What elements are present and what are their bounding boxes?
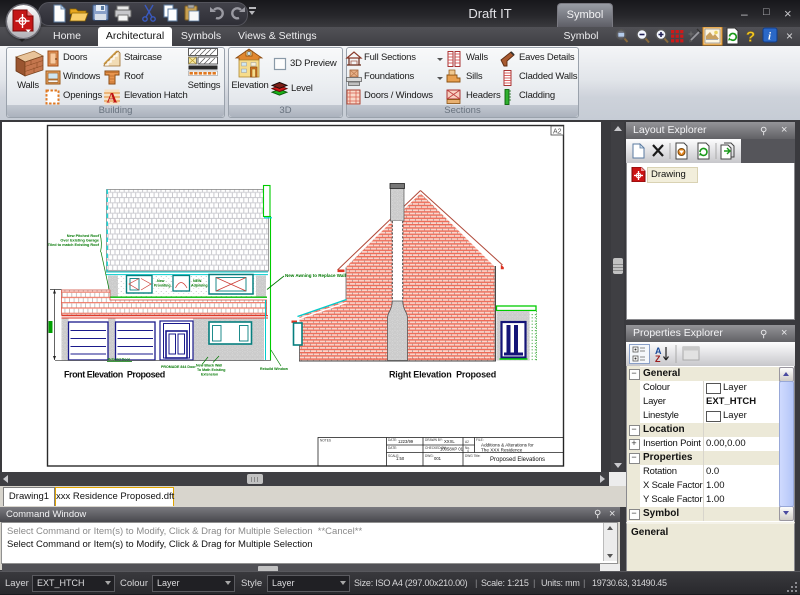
svg-text:DWG:: DWG: [425,454,434,458]
svg-text:Proposed Elevations: Proposed Elevations [490,457,545,463]
svg-text:Rebuild Window: Rebuild Window [260,367,288,371]
svg-text:1:50: 1:50 [396,456,405,461]
svg-text:NOTES: NOTES [320,439,331,443]
svg-text:Rebuild Door: Rebuild Door [108,358,131,362]
svg-text:001: 001 [434,456,442,461]
svg-text:FILE:: FILE: [476,438,484,442]
svg-text:NEW: NEW [193,279,202,283]
svg-text:?: ? [746,29,755,46]
svg-text:New: New [157,279,165,283]
svg-text:4: 4 [467,449,469,453]
svg-text:DRAWN BY:: DRAWN BY: [425,438,443,442]
svg-text:A2: A2 [553,129,562,136]
svg-text:×: × [786,29,793,43]
svg-text:Extension: Extension [201,373,218,377]
svg-text:Providing: Providing [154,284,171,288]
svg-text:A: A [107,91,118,107]
svg-text:To Math Existing: To Math Existing [197,368,225,372]
svg-text:Right Elevation Proposed: Right Elevation Proposed [389,370,496,380]
svg-text:10058XP 01: 10058XP 01 [440,447,464,452]
svg-text:DATE:: DATE: [388,438,397,442]
svg-text:Z: Z [655,354,661,364]
svg-text:XXXL: XXXL [444,439,455,444]
svg-text:PROMADE 844 Door: PROMADE 844 Door [161,365,196,369]
svg-text:New Black Wall: New Black Wall [196,364,222,368]
svg-text:Over Existing Garage: Over Existing Garage [60,239,99,243]
svg-text:DATE:: DATE: [388,446,397,450]
svg-text:DWG Title:: DWG Title: [465,454,481,458]
svg-text:Tiled to match Existing Roof: Tiled to match Existing Roof [48,243,100,247]
svg-text:New Awning to Replace Wall: New Awning to Replace Wall [285,273,346,278]
svg-text:1223/99: 1223/99 [398,439,414,444]
svg-text:The XXX Residence: The XXX Residence [481,448,523,453]
svg-text:A2: A2 [465,440,469,444]
svg-text:New Pitched Roof: New Pitched Roof [67,234,100,238]
svg-text:Front Elevation Proposed: Front Elevation Proposed [64,370,165,380]
svg-text:Adjoining: Adjoining [191,284,208,288]
